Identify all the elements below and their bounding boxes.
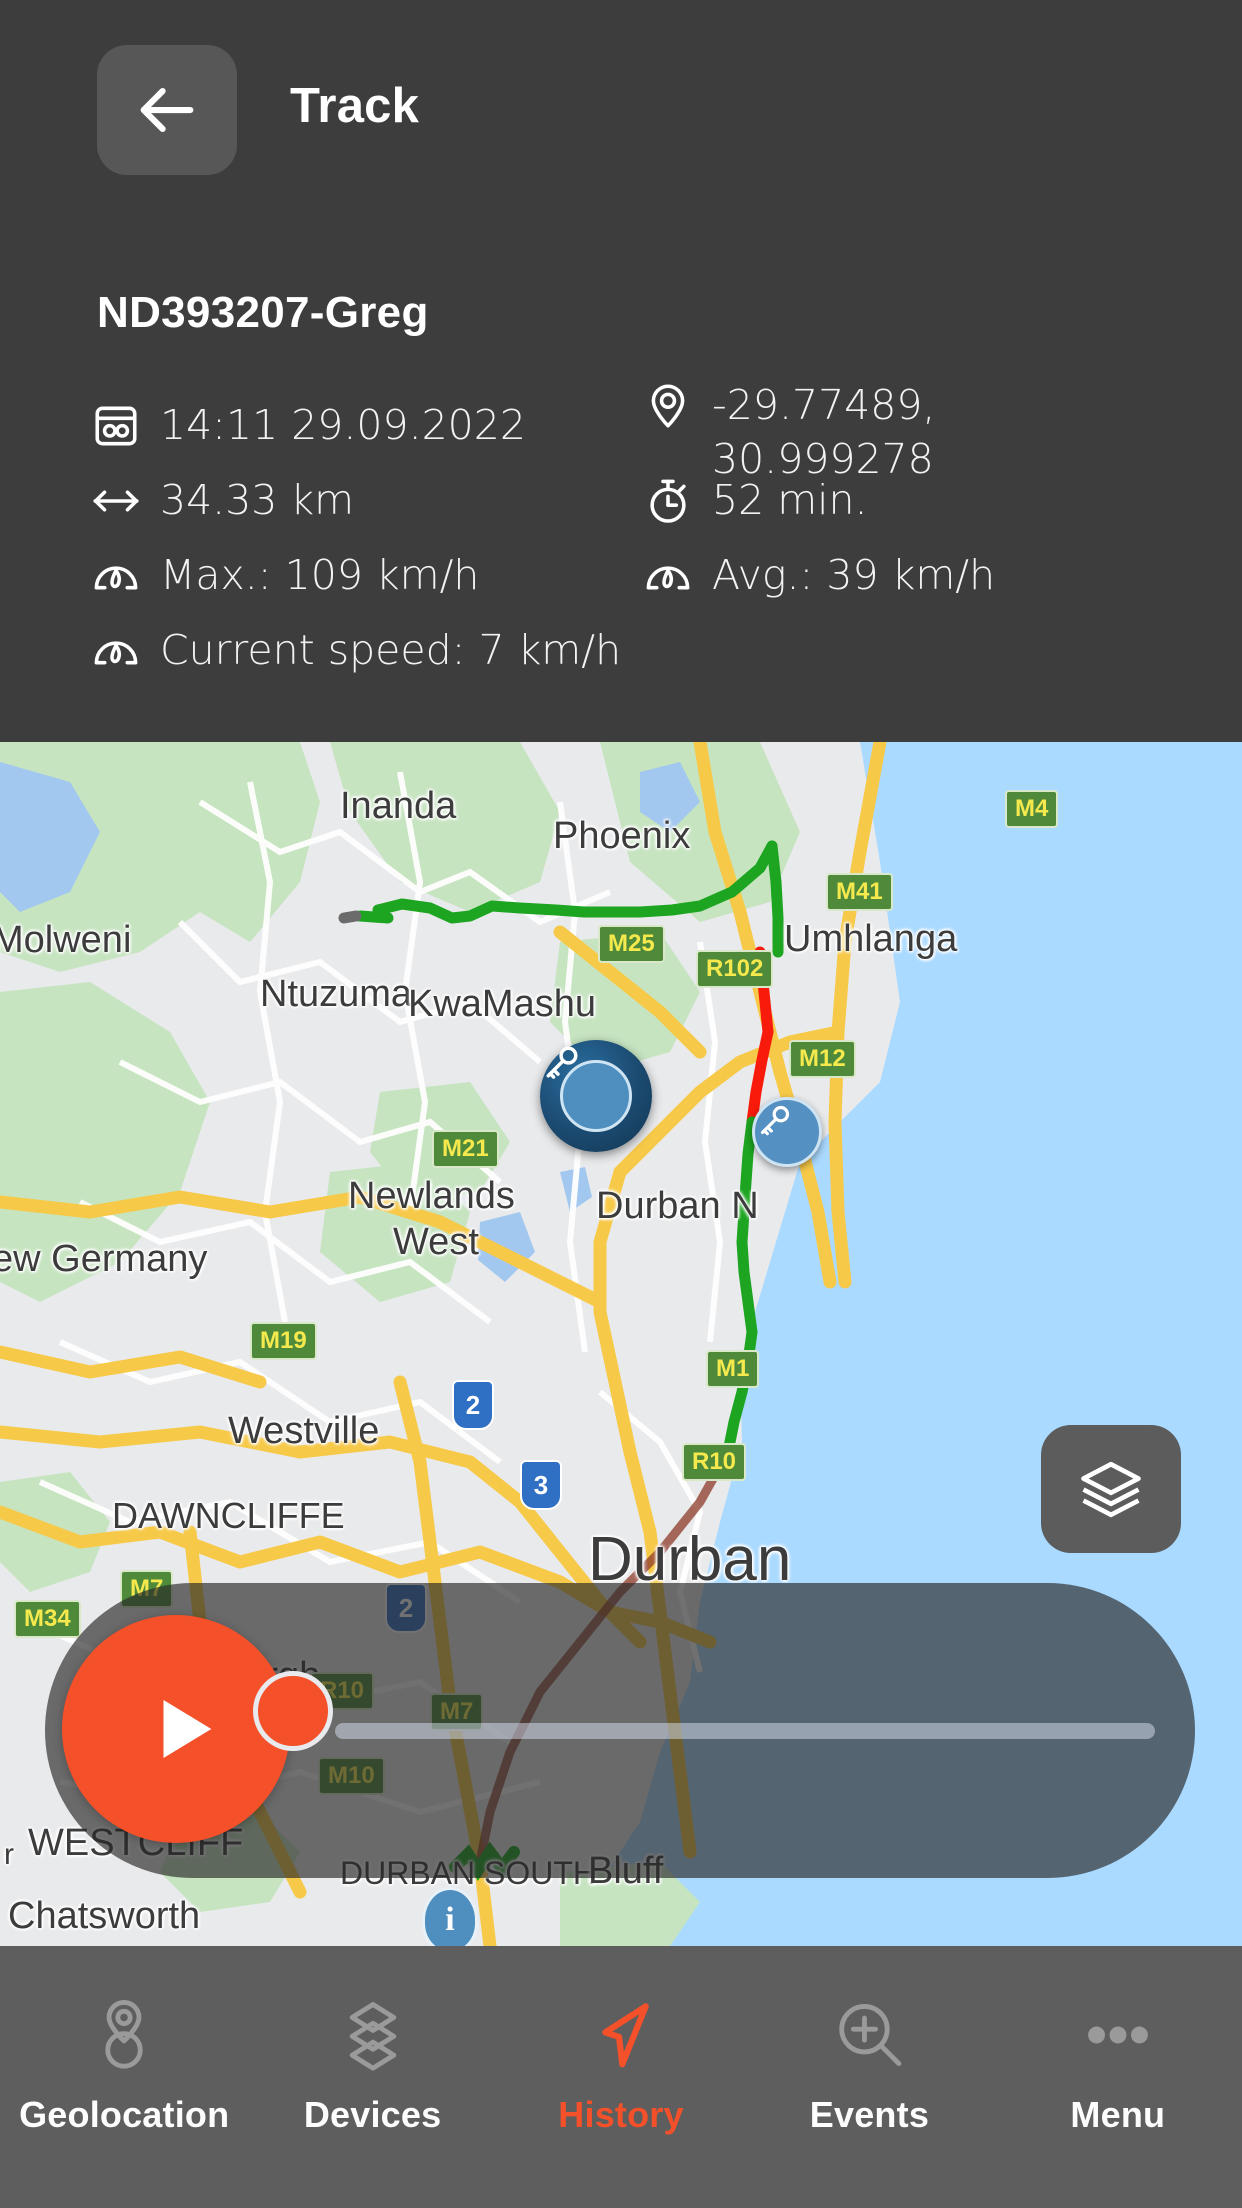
stat-duration: 52 min.	[640, 473, 868, 529]
key-marker-large-inner	[546, 1046, 632, 1132]
road-shield: M25	[598, 925, 665, 963]
navigation-arrow-icon	[582, 1990, 660, 2080]
back-button[interactable]	[97, 45, 237, 175]
stat-current-speed: Current speed: 7 km/h	[88, 623, 621, 679]
stat-current-speed-value: Current speed: 7 km/h	[160, 626, 622, 674]
layers-icon	[1081, 1461, 1141, 1518]
stopwatch-icon	[640, 473, 696, 529]
app-screen: Inanda Phoenix Molweni Umhlanga Ntuzuma KwaMa…	[0, 0, 1242, 2208]
key-marker-large[interactable]	[540, 1040, 652, 1152]
distance-arrows-icon	[88, 473, 144, 529]
road-shield: R102	[696, 950, 774, 988]
highway-badge: 2	[452, 1380, 494, 1430]
stat-coordinates: -29.77489, 30.999278	[640, 378, 935, 486]
nav-label-menu: Menu	[1070, 2094, 1166, 2135]
geolocation-pin-icon	[85, 1990, 163, 2080]
highway-badge: 3	[520, 1460, 562, 1510]
playback-bar[interactable]	[45, 1583, 1195, 1878]
ellipsis-icon	[1079, 1990, 1157, 2080]
speedometer-icon	[88, 548, 144, 604]
play-icon	[163, 1699, 212, 1759]
stat-datetime: 14:11 29.09.2022	[88, 398, 526, 454]
key-marker-small[interactable]	[752, 1097, 822, 1167]
stat-distance-value: 34.33 km	[160, 476, 355, 524]
stat-coordinates-value: -29.77489, 30.999278	[712, 381, 936, 483]
stat-avg-speed: Avg.: 39 km/h	[640, 548, 995, 604]
nav-item-geolocation[interactable]: Geolocation	[0, 1946, 248, 2208]
nav-label-devices: Devices	[303, 2094, 442, 2135]
key-icon	[546, 1046, 578, 1079]
header-panel: Track ND393207-Greg 14:11 29.09.2022 34.…	[0, 0, 1242, 742]
road-shield: M1	[706, 1350, 760, 1388]
bottom-navigation: Geolocation Devices History Events Menu	[0, 1946, 1242, 2208]
road-shield: M34	[14, 1600, 81, 1638]
map-pin-icon	[640, 378, 696, 434]
key-icon	[760, 1105, 790, 1136]
nav-label-geolocation: Geolocation	[19, 2094, 230, 2135]
road-shield: R10	[682, 1443, 747, 1481]
road-shield: M21	[432, 1130, 499, 1168]
nav-label-events: Events	[809, 2094, 930, 2135]
road-shield: M12	[789, 1040, 856, 1078]
nav-item-devices[interactable]: Devices	[248, 1946, 496, 2208]
speedometer-icon	[640, 548, 696, 604]
stat-avg-speed-value: Avg.: 39 km/h	[712, 551, 996, 599]
nav-item-events[interactable]: Events	[745, 1946, 993, 2208]
arrow-left-icon	[140, 87, 194, 133]
stat-max-speed: Max.: 109 km/h	[88, 548, 479, 604]
page-title: Track	[290, 79, 420, 133]
speedometer-icon	[88, 623, 144, 679]
playback-slider-track[interactable]	[335, 1723, 1155, 1739]
nav-label-history: History	[558, 2094, 684, 2135]
playback-slider-thumb[interactable]	[253, 1671, 333, 1751]
stat-datetime-value: 14:11 29.09.2022	[160, 401, 526, 449]
road-shield: M4	[1005, 790, 1059, 828]
stat-distance: 34.33 km	[88, 473, 354, 529]
map-layers-button[interactable]	[1041, 1425, 1181, 1553]
road-shield: M41	[826, 873, 893, 911]
odometer-icon	[88, 398, 144, 454]
stat-max-speed-value: Max.: 109 km/h	[160, 551, 480, 599]
info-marker[interactable]: i	[422, 1887, 478, 1946]
layers-stack-icon	[334, 1990, 412, 2080]
track-name: ND393207-Greg	[97, 288, 429, 337]
play-button[interactable]	[62, 1615, 290, 1843]
road-shield: M19	[250, 1322, 317, 1360]
top-bar: Track	[0, 0, 1242, 180]
nav-item-menu[interactable]: Menu	[994, 1946, 1242, 2208]
nav-item-history[interactable]: History	[497, 1946, 745, 2208]
magnifier-plus-icon	[830, 1990, 908, 2080]
stat-duration-value: 52 min.	[712, 476, 868, 524]
